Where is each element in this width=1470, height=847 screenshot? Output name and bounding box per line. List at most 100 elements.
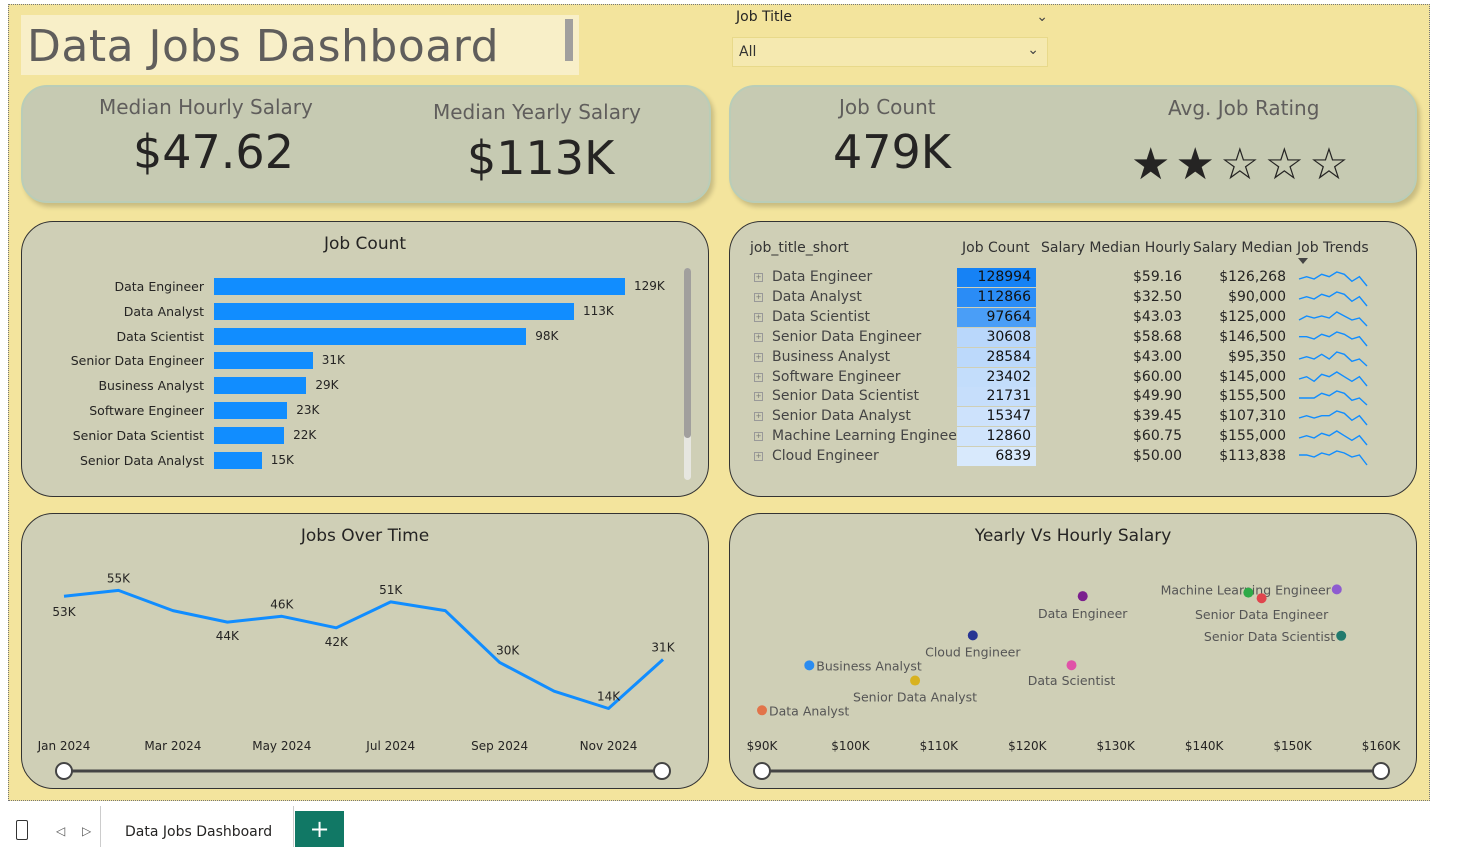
x-tick-label: $100K bbox=[831, 739, 871, 753]
bar[interactable] bbox=[214, 302, 575, 320]
sparkline-path bbox=[1299, 390, 1368, 406]
table-row[interactable]: + Senior Data Analyst 15347 $39.45 $107,310 bbox=[730, 407, 1410, 427]
next-page-icon[interactable]: ▷ bbox=[82, 824, 91, 838]
job-title-slicer[interactable]: Job Title ⌄ All ⌄ bbox=[732, 7, 1050, 67]
star-icon: ☆ bbox=[1264, 139, 1305, 190]
sparkline-path bbox=[1298, 430, 1368, 446]
scatter-point[interactable] bbox=[910, 675, 921, 686]
chevron-down-icon[interactable]: ⌄ bbox=[1036, 9, 1048, 25]
expand-icon[interactable]: + bbox=[754, 312, 763, 322]
scrollbar-thumb[interactable] bbox=[684, 268, 691, 438]
cell-title: Data Engineer bbox=[772, 269, 873, 285]
jobs-over-time-chart[interactable]: Jobs Over Time 53K 55K 44K 46K 42K 51K 30K 14K 3… bbox=[21, 513, 709, 789]
cell-hourly: $60.75 bbox=[1133, 428, 1182, 445]
star-icon: ★ bbox=[1131, 139, 1171, 190]
bar-label: Business Analyst bbox=[98, 378, 204, 394]
range-slider-handle[interactable] bbox=[753, 762, 771, 780]
expand-icon[interactable]: + bbox=[754, 273, 763, 282]
expand-icon[interactable]: + bbox=[754, 352, 763, 362]
cell-median: $125,000 bbox=[1219, 308, 1286, 325]
slicer-dropdown[interactable]: All ⌄ bbox=[732, 37, 1048, 67]
range-slider-handle[interactable] bbox=[55, 762, 73, 780]
table-row[interactable]: + Data Engineer 128994 $59.16 $126,268 bbox=[730, 268, 1410, 288]
cell-job-count: 128994 bbox=[977, 269, 1031, 285]
resize-grip[interactable] bbox=[565, 19, 573, 61]
scatter-point[interactable] bbox=[757, 705, 767, 716]
bar-label: Senior Data Scientist bbox=[72, 427, 204, 443]
scatter-point[interactable] bbox=[804, 660, 815, 671]
table-row[interactable]: + Software Engineer 23402 $60.00 $145,000 bbox=[730, 367, 1410, 388]
expand-icon[interactable]: + bbox=[754, 412, 763, 422]
bar-label: Senior Data Engineer bbox=[70, 353, 204, 369]
x-tick-label: Jan 2024 bbox=[37, 739, 91, 753]
job-count-chart[interactable]: Job Count Data Engineer 129K Data Analyst 1… bbox=[21, 221, 709, 497]
scatter-point[interactable] bbox=[1243, 587, 1254, 598]
scatter-point[interactable] bbox=[1066, 660, 1077, 671]
x-tick-label: $160K bbox=[1362, 739, 1402, 753]
table-row[interactable]: + Data Scientist 97664 $43.03 $125,000 bbox=[730, 307, 1410, 328]
salary-scatter-chart[interactable]: Yearly Vs Hourly Salary Data Engineer Mac… bbox=[729, 513, 1417, 789]
cell-median: $126,268 bbox=[1219, 269, 1286, 285]
table-row[interactable]: + Cloud Engineer 6839 $50.00 $113,838 bbox=[730, 447, 1410, 467]
cell-title: Machine Learning Engineer bbox=[772, 428, 963, 445]
bar[interactable] bbox=[214, 426, 285, 444]
table-row[interactable]: + Business Analyst 28584 $43.00 $95,350 bbox=[730, 347, 1410, 368]
mobile-layout-icon[interactable] bbox=[16, 820, 28, 840]
cell-job-count: 23402 bbox=[986, 368, 1031, 385]
cell-hourly: $50.00 bbox=[1133, 448, 1182, 465]
bar[interactable] bbox=[214, 278, 625, 295]
page-tab[interactable]: Data Jobs Dashboard bbox=[100, 806, 294, 847]
cell-job-count: 28584 bbox=[986, 348, 1031, 365]
expand-icon[interactable]: + bbox=[754, 332, 763, 342]
bar-value-label: 29K bbox=[315, 378, 339, 393]
prev-page-icon[interactable]: ◁ bbox=[56, 824, 65, 838]
col-header-title[interactable]: job_title_short bbox=[750, 240, 849, 256]
scatter-point[interactable] bbox=[1336, 630, 1347, 641]
expand-icon[interactable]: + bbox=[754, 372, 763, 382]
expand-icon[interactable]: + bbox=[754, 432, 763, 442]
scatter-point[interactable] bbox=[1077, 591, 1088, 602]
bar[interactable] bbox=[214, 451, 262, 469]
range-slider-handle[interactable] bbox=[1372, 762, 1390, 780]
scrollbar[interactable] bbox=[684, 268, 691, 480]
cell-hourly: $49.90 bbox=[1133, 388, 1182, 405]
bar[interactable] bbox=[214, 402, 288, 419]
col-header-trends[interactable]: Job Trends bbox=[1297, 240, 1369, 256]
dashboard-title-box[interactable]: Data Jobs Dashboard bbox=[21, 15, 579, 75]
bar[interactable] bbox=[214, 352, 313, 370]
scatter-point[interactable] bbox=[1256, 593, 1267, 604]
chevron-down-icon[interactable]: ⌄ bbox=[1027, 42, 1039, 58]
bar[interactable] bbox=[214, 377, 307, 395]
x-tick-label: Jul 2024 bbox=[365, 739, 415, 753]
range-slider-handle[interactable] bbox=[653, 762, 671, 780]
cell-job-count: 15347 bbox=[986, 408, 1031, 425]
col-header-job-count[interactable]: Job Count bbox=[962, 240, 1030, 256]
star-icon: ★ bbox=[1175, 139, 1215, 190]
sparkline bbox=[1299, 330, 1368, 347]
slicer-label: Job Title bbox=[736, 9, 793, 25]
col-header-hourly[interactable]: Salary Median Hourly bbox=[1041, 240, 1191, 256]
cell-title: Software Engineer bbox=[772, 368, 901, 385]
bar-label: Data Scientist bbox=[116, 328, 205, 344]
col-header-median[interactable]: Salary Median bbox=[1193, 240, 1292, 256]
data-label: 30K bbox=[496, 643, 520, 657]
add-page-button[interactable]: + bbox=[295, 811, 344, 847]
sort-desc-icon[interactable] bbox=[1298, 258, 1308, 264]
expand-icon[interactable]: + bbox=[754, 292, 763, 302]
table-row[interactable]: + Senior Data Scientist 21731 $49.90 $155,50… bbox=[730, 387, 1410, 407]
bar[interactable] bbox=[214, 327, 527, 345]
expand-icon[interactable]: + bbox=[754, 452, 763, 462]
scatter-point[interactable] bbox=[1331, 584, 1342, 595]
job-title-table[interactable]: job_title_short Job Count Salary Median … bbox=[729, 221, 1417, 497]
data-label: 46K bbox=[270, 597, 294, 611]
scatter-point[interactable] bbox=[967, 630, 978, 641]
expand-icon[interactable]: + bbox=[754, 392, 763, 402]
sparkline bbox=[1298, 310, 1368, 327]
table-row[interactable]: + Machine Learning Engineer 12860 $60.75 $15… bbox=[730, 427, 1410, 447]
table-row[interactable]: + Data Analyst 112866 $32.50 $90,000 bbox=[730, 287, 1410, 308]
x-tick-label: Mar 2024 bbox=[144, 739, 201, 753]
cell-hourly: $32.50 bbox=[1133, 288, 1182, 305]
table-row[interactable]: + Senior Data Engineer 30608 $58.68 $146,500 bbox=[730, 327, 1410, 348]
x-tick-label: $130K bbox=[1097, 739, 1137, 753]
point-label: Data Analyst bbox=[769, 703, 849, 718]
